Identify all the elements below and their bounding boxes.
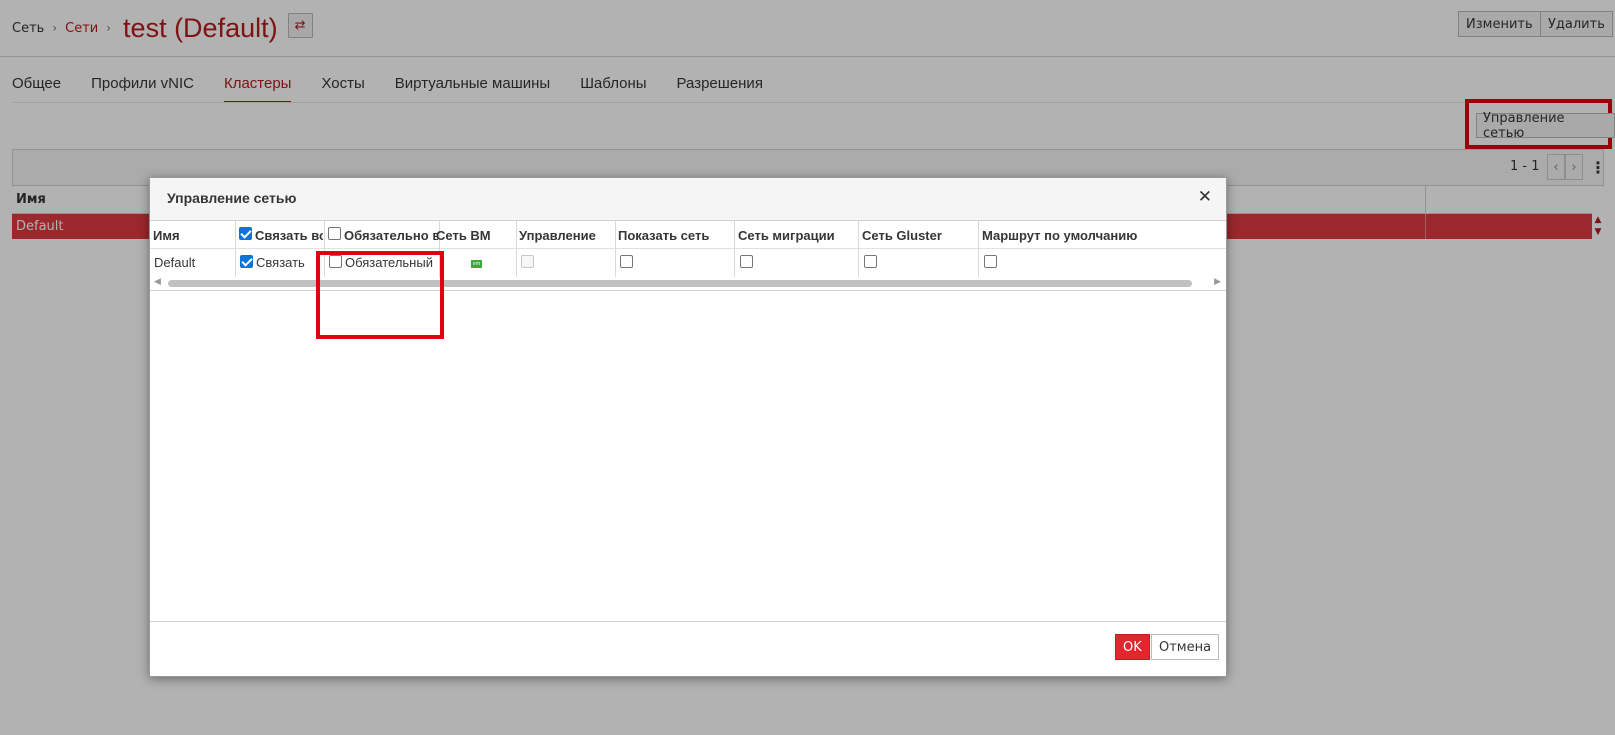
display-network-checkbox[interactable] <box>620 255 633 270</box>
column-header-management: Управление <box>519 228 596 243</box>
column-divider <box>734 221 735 249</box>
column-divider <box>858 249 859 277</box>
attach-all-checkbox[interactable] <box>239 227 252 242</box>
close-icon[interactable]: ✕ <box>1198 187 1212 207</box>
column-divider <box>978 249 979 277</box>
scroll-right-icon[interactable]: ▶ <box>1214 277 1221 287</box>
column-divider <box>615 249 616 277</box>
scroll-left-icon[interactable]: ◀ <box>154 277 161 287</box>
required-column-highlight <box>316 251 444 339</box>
column-divider <box>734 249 735 277</box>
column-header-name: Имя <box>153 228 180 243</box>
row-cluster-name: Default <box>154 255 196 270</box>
dialog-title: Управление сетью <box>167 190 297 206</box>
vm-network-icon: vm <box>471 260 482 268</box>
column-divider <box>858 221 859 249</box>
checkbox-unchecked-icon <box>328 227 341 240</box>
table-row: Default Связать Обязательный vm <box>150 249 1226 277</box>
checkbox-unchecked-icon <box>864 255 877 268</box>
column-divider <box>516 221 517 249</box>
attach-checkbox[interactable] <box>240 255 253 270</box>
required-all-checkbox[interactable] <box>328 227 341 242</box>
column-divider <box>978 221 979 249</box>
column-header-required-all: Обязательно все <box>344 228 438 243</box>
gluster-network-checkbox[interactable] <box>864 255 877 270</box>
attach-label: Связать <box>256 255 305 270</box>
column-header-migration: Сеть миграции <box>738 228 835 243</box>
column-divider <box>324 221 325 249</box>
migration-network-checkbox[interactable] <box>740 255 753 270</box>
column-header-gluster: Сеть Gluster <box>862 228 942 243</box>
ok-button[interactable]: OK <box>1115 634 1150 660</box>
management-checkbox <box>521 255 534 270</box>
checkbox-disabled-icon <box>521 255 534 268</box>
checkbox-unchecked-icon <box>984 255 997 268</box>
column-divider <box>615 221 616 249</box>
column-header-vm-network: Сеть ВМ <box>436 228 491 243</box>
cancel-button[interactable]: Отмена <box>1151 634 1220 660</box>
default-route-checkbox[interactable] <box>984 255 997 270</box>
checkbox-unchecked-icon <box>740 255 753 268</box>
checkbox-checked-icon <box>240 255 253 268</box>
table-header: Имя Связать всё Обязательно все Сеть ВМ … <box>150 220 1226 249</box>
checkbox-unchecked-icon <box>620 255 633 268</box>
column-divider <box>516 249 517 277</box>
column-divider <box>235 249 236 277</box>
manage-network-dialog: Управление сетью ✕ Имя Связать всё Обяза… <box>149 177 1227 677</box>
checkbox-checked-icon <box>239 227 252 240</box>
column-header-default-route: Маршрут по умолчанию <box>982 228 1138 243</box>
dialog-header: Управление сетью ✕ <box>150 178 1226 220</box>
column-divider <box>235 221 236 249</box>
dialog-footer: OK Отмена <box>150 621 1226 676</box>
horizontal-scrollbar[interactable]: ◀ ▶ <box>150 277 1226 291</box>
column-header-attach-all: Связать всё <box>255 228 323 243</box>
column-header-display: Показать сеть <box>618 228 710 243</box>
